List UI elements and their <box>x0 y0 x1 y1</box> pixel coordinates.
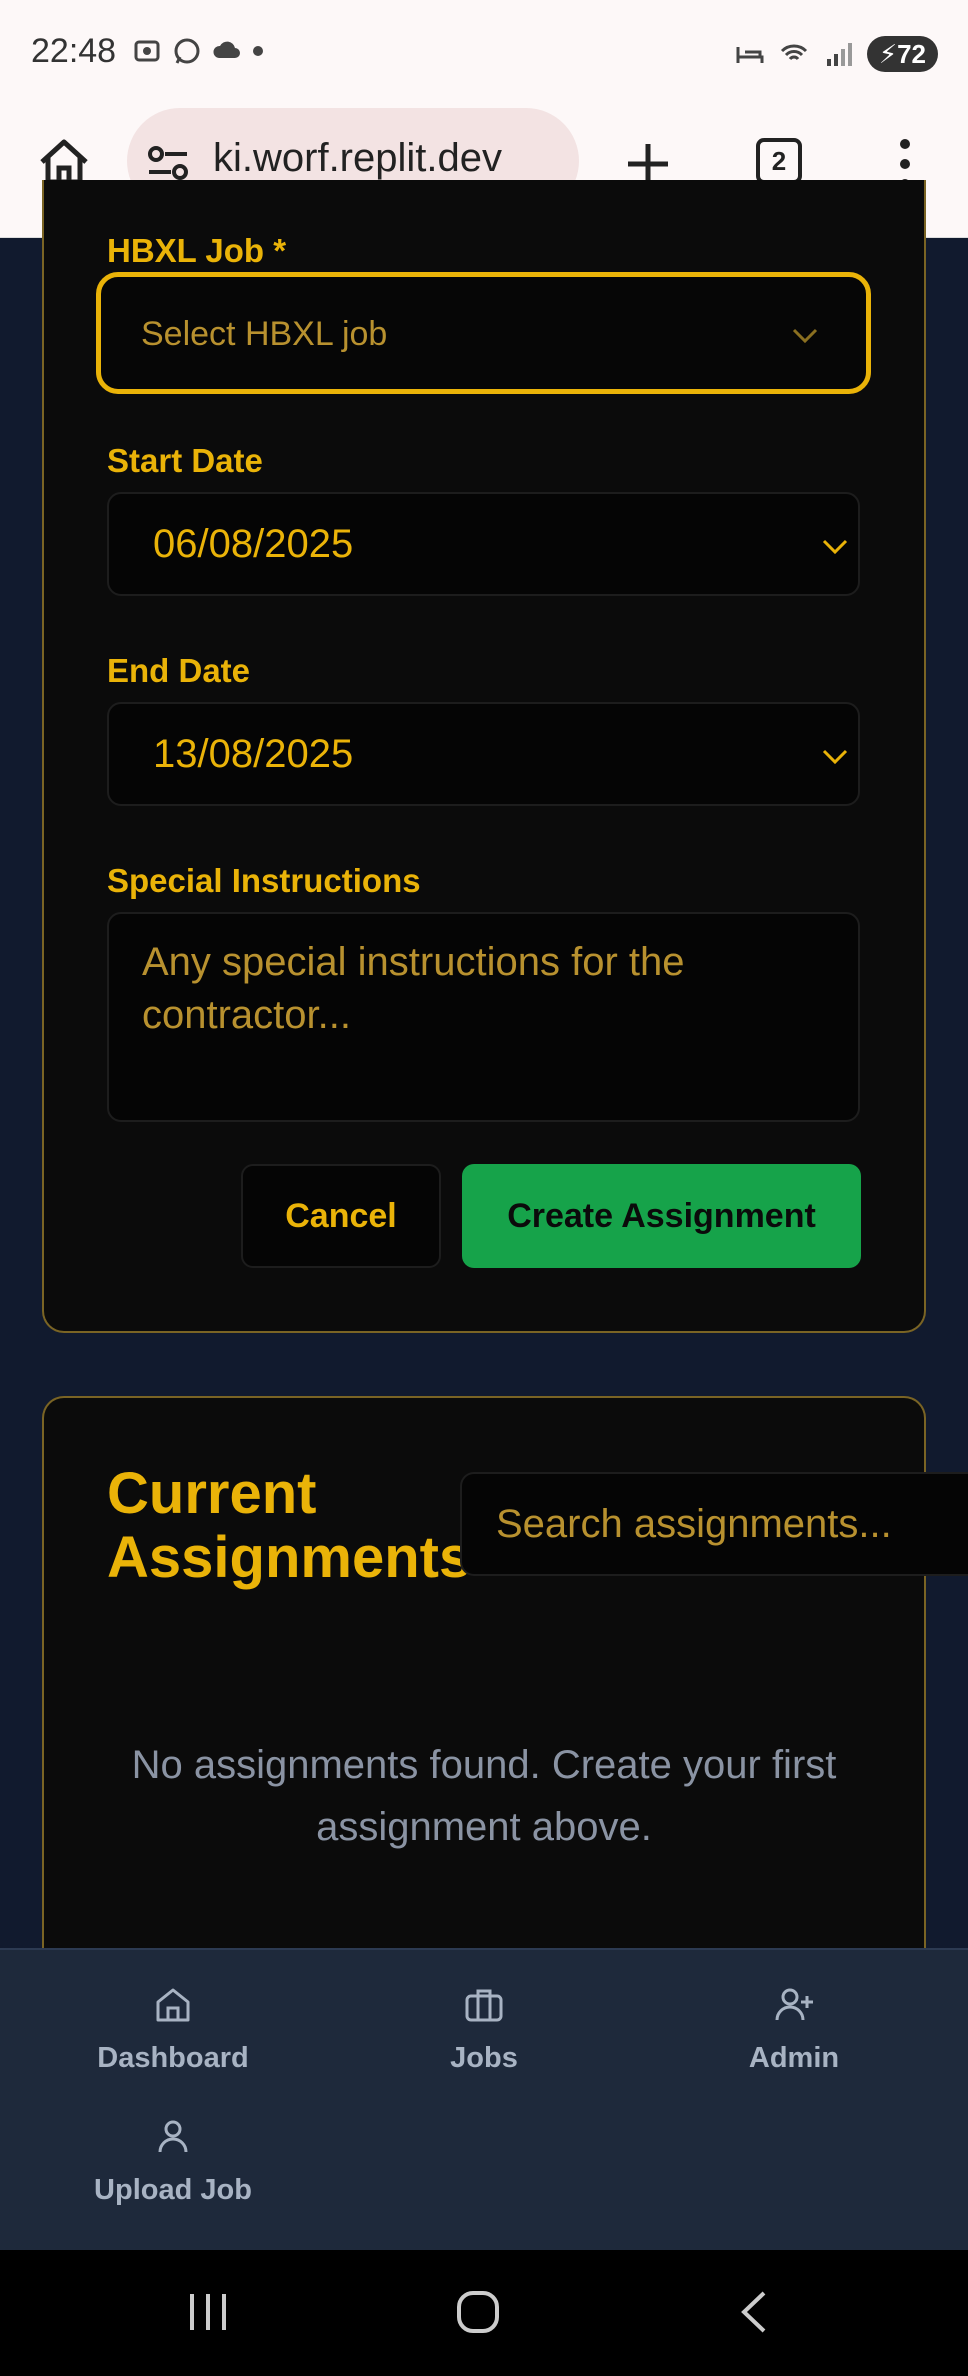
assignments-title: Current Assignments <box>107 1461 472 1590</box>
nav-item-admin[interactable]: Admin <box>684 1984 904 2075</box>
end-date-input[interactable]: 13/08/2025 <box>107 702 860 806</box>
site-settings-icon[interactable] <box>147 146 189 180</box>
signal-icon <box>826 43 852 66</box>
hbxl-job-label: HBXL Job * <box>107 232 287 269</box>
cancel-button[interactable]: Cancel <box>241 1164 441 1268</box>
hbxl-job-select[interactable]: Select HBXL job <box>96 272 871 394</box>
instructions-placeholder: Any special instructions for the contrac… <box>142 940 685 1037</box>
chevron-down-icon <box>822 539 848 555</box>
status-icons-right: ⚡72 <box>735 36 938 72</box>
bottom-nav: Dashboard Jobs Admin Upload Job <box>0 1948 968 2250</box>
nav-item-jobs[interactable]: Jobs <box>374 1984 594 2075</box>
end-date-value: 13/08/2025 <box>153 732 354 776</box>
system-navigation-bar <box>0 2250 968 2376</box>
nav-label-jobs: Jobs <box>450 2042 518 2074</box>
end-date-label: End Date <box>107 652 251 689</box>
search-placeholder: Search assignments... <box>496 1502 892 1546</box>
search-input[interactable]: Search assignments... <box>460 1472 968 1576</box>
chevron-down-icon <box>822 749 848 765</box>
user-plus-icon <box>775 1988 813 2021</box>
home-icon <box>156 1988 190 2022</box>
battery-icon: ⚡72 <box>866 36 938 72</box>
start-date-label: Start Date <box>107 442 263 479</box>
status-time: 22:48 <box>31 32 117 70</box>
screenshot-icon <box>134 40 160 62</box>
empty-state-message: No assignments found. Create your first … <box>131 1743 837 1849</box>
nav-item-upload-job[interactable]: Upload Job <box>63 2116 283 2207</box>
whatsapp-icon <box>174 38 200 64</box>
dot-icon <box>253 46 263 56</box>
start-date-input[interactable]: 06/08/2025 <box>107 492 860 596</box>
chevron-down-icon <box>792 328 818 344</box>
tab-switcher-button[interactable]: 2 <box>756 138 802 184</box>
nav-label-admin: Admin <box>748 2042 840 2074</box>
recent-apps-icon[interactable] <box>186 2290 230 2334</box>
briefcase-icon <box>465 1989 503 2022</box>
status-icons-left <box>132 36 264 66</box>
user-icon <box>158 2120 188 2153</box>
status-bar: 22:48 ⚡72 <box>0 0 968 108</box>
create-assignment-button[interactable]: Create Assignment <box>462 1164 861 1268</box>
nav-label-dashboard: Dashboard <box>97 2042 249 2074</box>
start-date-value: 06/08/2025 <box>153 522 354 566</box>
cloud-icon <box>213 41 240 58</box>
nav-item-dashboard[interactable]: Dashboard <box>63 1984 283 2075</box>
battery-level: 72 <box>897 39 926 69</box>
wifi-icon <box>780 44 807 61</box>
nav-label-upload-job: Upload Job <box>94 2174 252 2206</box>
system-home-icon[interactable] <box>456 2290 500 2334</box>
instructions-label: Special Instructions <box>107 862 421 899</box>
hbxl-job-placeholder: Select HBXL job <box>141 315 388 353</box>
instructions-textarea[interactable]: Any special instructions for the contrac… <box>107 912 860 1122</box>
back-icon[interactable] <box>732 2290 776 2334</box>
url-text: ki.worf.replit.dev <box>213 136 502 180</box>
bed-icon <box>736 47 764 63</box>
